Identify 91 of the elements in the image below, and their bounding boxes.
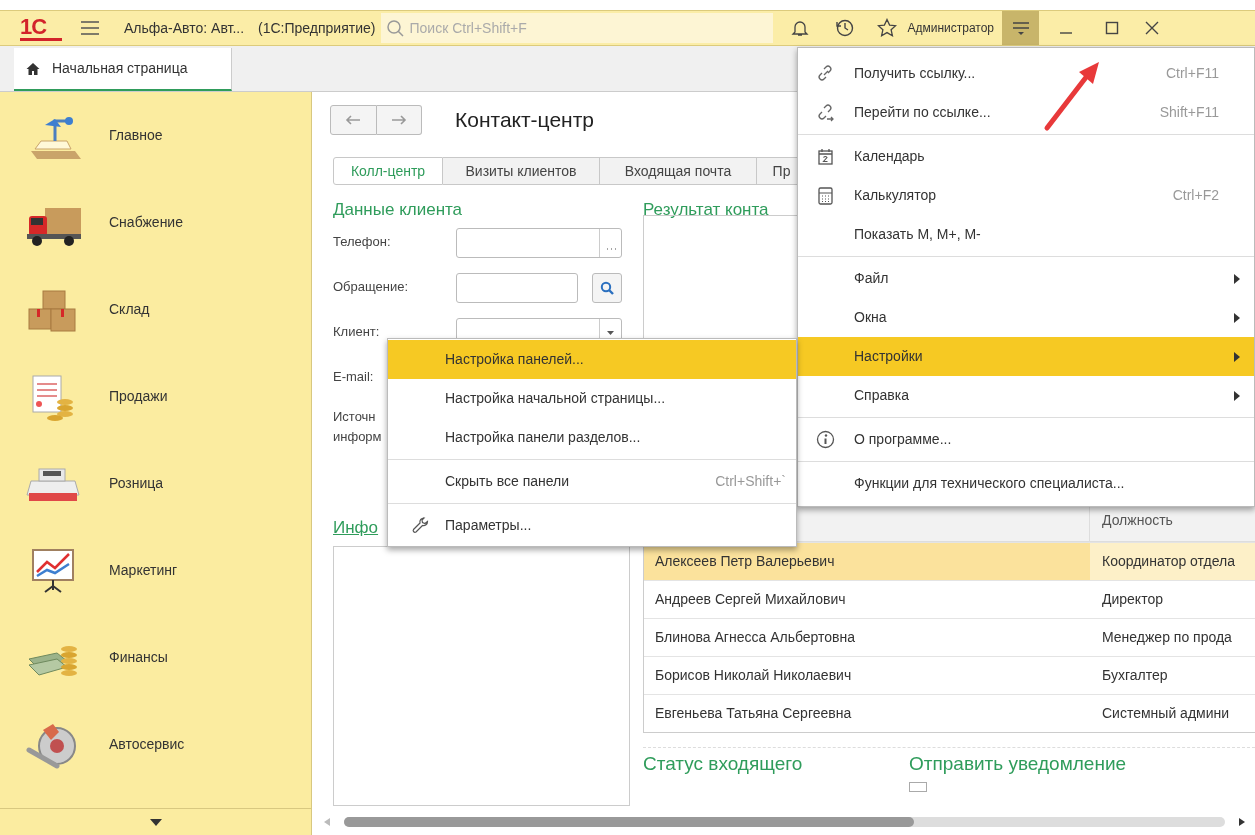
search-icon (600, 281, 614, 295)
phone-field[interactable] (456, 228, 622, 258)
submenu-arrow-icon (1233, 351, 1240, 362)
section-item[interactable]: Продажи (109, 386, 168, 407)
forward-button[interactable] (376, 105, 422, 135)
field-label: Клиент: (333, 323, 380, 341)
maximize-icon[interactable] (1105, 21, 1120, 35)
history-icon[interactable] (835, 18, 856, 38)
caret-down-icon[interactable] (149, 818, 162, 826)
main-menu-button[interactable] (1002, 11, 1040, 45)
arrow-right-icon (390, 115, 407, 125)
table-cell-text: Евгеньева Татьяна Сергеевна (654, 704, 853, 723)
form-tab[interactable]: Визиты клиентов (443, 157, 600, 185)
section-item[interactable]: Автосервис (109, 734, 185, 755)
table-cell-text: Менеджер по прода (1101, 628, 1233, 647)
menu-item[interactable]: Окна (798, 298, 1254, 337)
table-cell-text: Андреев Сергей Михайлович (654, 590, 847, 609)
search-field[interactable]: Поиск Ctrl+Shift+F (381, 13, 774, 43)
menu-item[interactable]: Настройка панели разделов... (388, 418, 796, 457)
menu-item[interactable]: Перейти по ссылке... Shift+F11 (798, 93, 1254, 132)
menu-item[interactable]: Справка (798, 376, 1254, 415)
checkbox[interactable] (909, 782, 927, 792)
menu-item[interactable]: Показать М, М+, М- (798, 215, 1254, 254)
shortcut-text: Ctrl+F11 (1165, 64, 1219, 83)
field-label: Источн информ (333, 408, 383, 446)
menu-item[interactable]: Параметры... (388, 506, 796, 545)
back-button[interactable] (330, 105, 377, 135)
search-button[interactable] (592, 273, 622, 303)
caret-down-icon (607, 331, 614, 335)
scroll-right-icon[interactable] (1239, 817, 1245, 826)
section-item[interactable]: Склад (109, 299, 150, 320)
calculator-icon (816, 185, 836, 206)
section-item[interactable]: Розница (109, 473, 164, 494)
menu-item[interactable]: Функции для технического специалиста... (798, 464, 1254, 503)
table-cell-text: Блинова Агнесса Альбертовна (654, 628, 857, 647)
form-tab[interactable]: Входящая почта (600, 157, 757, 185)
menu-item[interactable]: Файл (798, 259, 1254, 298)
info-link[interactable]: Инфо (333, 517, 379, 539)
app-name: (1С:Предприятие) (258, 18, 376, 38)
page-title: Контакт-центр (455, 107, 594, 134)
menu-item[interactable]: Настройка панелей... (388, 340, 796, 379)
scrollbar-track[interactable] (344, 816, 1225, 827)
menu-item[interactable]: Настройка начальной страницы... (388, 379, 796, 418)
start-page-tab[interactable]: Начальная страница (14, 48, 232, 91)
section-heading: Статус входящего (643, 752, 804, 776)
field-label: E-mail: (333, 368, 374, 386)
info-icon (816, 429, 836, 450)
arrow-left-icon (345, 115, 362, 125)
user-name[interactable]: Администратор (907, 19, 995, 37)
request-field[interactable] (456, 273, 578, 303)
form-tab[interactable]: Колл-центр (333, 157, 443, 185)
menu-icon (1011, 21, 1030, 35)
submenu-arrow-icon (1233, 390, 1240, 401)
window-title: Альфа-Авто: Авт... (124, 18, 245, 38)
section-item[interactable]: Маркетинг (109, 560, 178, 581)
section-item[interactable]: Снабжение (109, 212, 183, 233)
table-cell-text: Системный админи (1101, 704, 1231, 723)
close-icon[interactable] (1145, 21, 1160, 35)
menu-item[interactable]: Получить ссылку... Ctrl+F11 (798, 54, 1254, 93)
search-icon (386, 19, 405, 37)
table-row[interactable]: Алексеев Петр Валерьевич Координатор отдела (644, 542, 1255, 580)
link-arrow-icon (816, 102, 836, 123)
menu-item[interactable]: Настройки (798, 337, 1254, 376)
section-heading: Результат конта (643, 199, 770, 221)
section-heading: Данные клиента (333, 199, 464, 221)
wrench-icon (410, 515, 431, 536)
table-cell-text: Алексеев Петр Валерьевич (654, 552, 836, 571)
table-cell-text: Бухгалтер (1101, 666, 1169, 685)
menu-icon[interactable] (80, 20, 100, 36)
logo: 1С (20, 15, 62, 41)
home-icon (26, 61, 40, 76)
field-label: Обращение: (333, 278, 409, 296)
submenu-arrow-icon (1233, 273, 1240, 284)
menu-item[interactable]: Скрыть все панели Ctrl+Shift+` (388, 462, 796, 501)
section-item[interactable]: Главное (109, 125, 163, 146)
scroll-left-icon[interactable] (324, 817, 330, 826)
table-cell-text: Борисов Николай Николаевич (654, 666, 853, 685)
menu-item[interactable]: О программе... (798, 420, 1254, 459)
bell-icon[interactable] (791, 19, 810, 37)
section-heading: Отправить уведомление (909, 752, 1127, 776)
table-cell: Координатор отдела (1090, 543, 1255, 580)
table-cell-text: Директор (1101, 590, 1164, 609)
shortcut-text: Ctrl+F2 (1172, 186, 1219, 205)
scrollbar-thumb[interactable] (344, 816, 914, 827)
section-item[interactable]: Финансы (109, 647, 168, 668)
shortcut-text: Ctrl+Shift+` (715, 472, 786, 491)
field-label: Телефон: (333, 233, 391, 251)
calendar-icon (816, 146, 836, 167)
star-icon[interactable] (877, 18, 898, 38)
submenu-arrow-icon (1233, 312, 1240, 323)
shortcut-text: Shift+F11 (1159, 103, 1219, 122)
